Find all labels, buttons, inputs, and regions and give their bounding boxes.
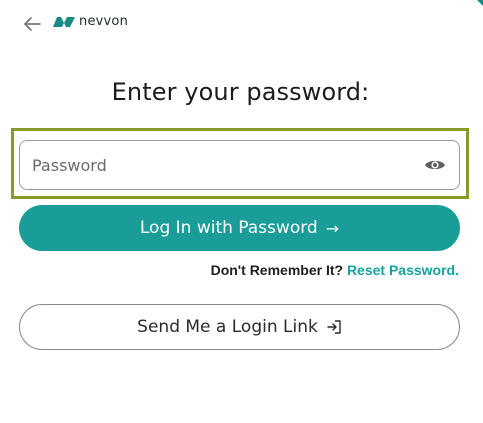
password-field[interactable] — [19, 140, 460, 190]
nevvon-logo-mark — [53, 16, 75, 27]
back-button[interactable] — [20, 12, 44, 36]
show-password-toggle[interactable] — [423, 153, 447, 177]
login-icon — [327, 320, 341, 334]
corner-decoration — [477, 0, 483, 6]
logo-text: nevvon — [79, 14, 129, 29]
send-login-link-label: Send Me a Login Link — [137, 317, 318, 337]
nevvon-logo: nevvon — [53, 14, 128, 29]
password-input[interactable] — [32, 155, 423, 175]
reset-password-prompt: Don't Remember It? Reset Password. — [211, 262, 459, 278]
remember-prompt-text: Don't Remember It? — [210, 262, 344, 278]
page-title: Enter your password: — [111, 78, 370, 106]
eye-icon — [425, 160, 445, 170]
arrow-left-icon — [24, 17, 41, 31]
arrow-right-icon: → — [325, 218, 340, 238]
send-login-link-button[interactable]: Send Me a Login Link — [19, 304, 460, 350]
login-with-password-button[interactable]: Log In with Password → — [19, 205, 460, 251]
reset-password-link[interactable]: Reset Password. — [347, 262, 459, 278]
login-button-label: Log In with Password — [139, 218, 318, 238]
